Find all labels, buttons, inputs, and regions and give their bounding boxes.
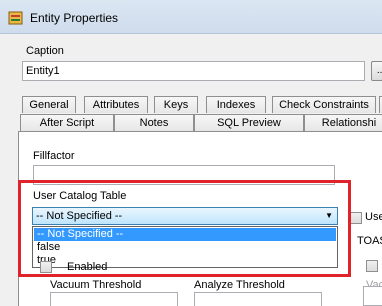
caption-input[interactable]: Entity1 <box>22 61 365 81</box>
enabled-label: Enabled <box>67 261 108 273</box>
tab-keys[interactable]: Keys <box>154 96 198 113</box>
fillfactor-label: Fillfactor <box>33 150 75 162</box>
tab-indexes[interactable]: Indexes <box>206 96 266 113</box>
select-value: -- Not Specified -- <box>36 210 123 222</box>
tab-check-constraints[interactable]: Check Constraints <box>272 96 376 113</box>
toast-checkbox[interactable] <box>366 260 378 272</box>
chevron-down-icon: ▼ <box>325 211 333 220</box>
vacuum-threshold-input[interactable] <box>50 292 178 306</box>
tab-notes[interactable]: Notes <box>114 114 194 131</box>
tab-general[interactable]: General <box>22 96 76 113</box>
caption-label: Caption <box>26 45 64 57</box>
tab-attributes[interactable]: Attributes <box>84 96 148 113</box>
user-catalog-table-select[interactable]: -- Not Specified -- ▼ <box>32 207 338 225</box>
use-checkbox[interactable] <box>350 212 362 224</box>
option-not-specified[interactable]: -- Not Specified -- <box>34 228 336 241</box>
toast-label: TOAS <box>357 235 382 247</box>
vacuum-threshold-label: Vacuum Threshold <box>50 279 142 291</box>
enabled-checkbox[interactable] <box>40 261 52 273</box>
tab-sql-preview[interactable]: SQL Preview <box>194 114 304 131</box>
user-catalog-table-label: User Catalog Table <box>33 190 127 202</box>
analyze-threshold-label: Analyze Threshold <box>194 279 285 291</box>
entity-app-icon <box>8 11 23 25</box>
tab-after-script[interactable]: After Script <box>20 114 114 131</box>
tab-relationships[interactable]: Relationshi <box>304 114 382 131</box>
title-bar: Entity Properties <box>0 0 382 34</box>
fillfactor-input[interactable] <box>33 165 335 185</box>
option-false[interactable]: false <box>34 241 336 254</box>
caption-edit-button[interactable]: ... <box>371 61 382 81</box>
use-label: Use <box>365 211 382 223</box>
entity-properties-window: Entity Properties Caption Entity1 ... Ge… <box>0 0 382 306</box>
toast-vacuum-input[interactable] <box>363 286 382 306</box>
window-title: Entity Properties <box>30 11 119 25</box>
analyze-threshold-input[interactable] <box>194 292 322 306</box>
